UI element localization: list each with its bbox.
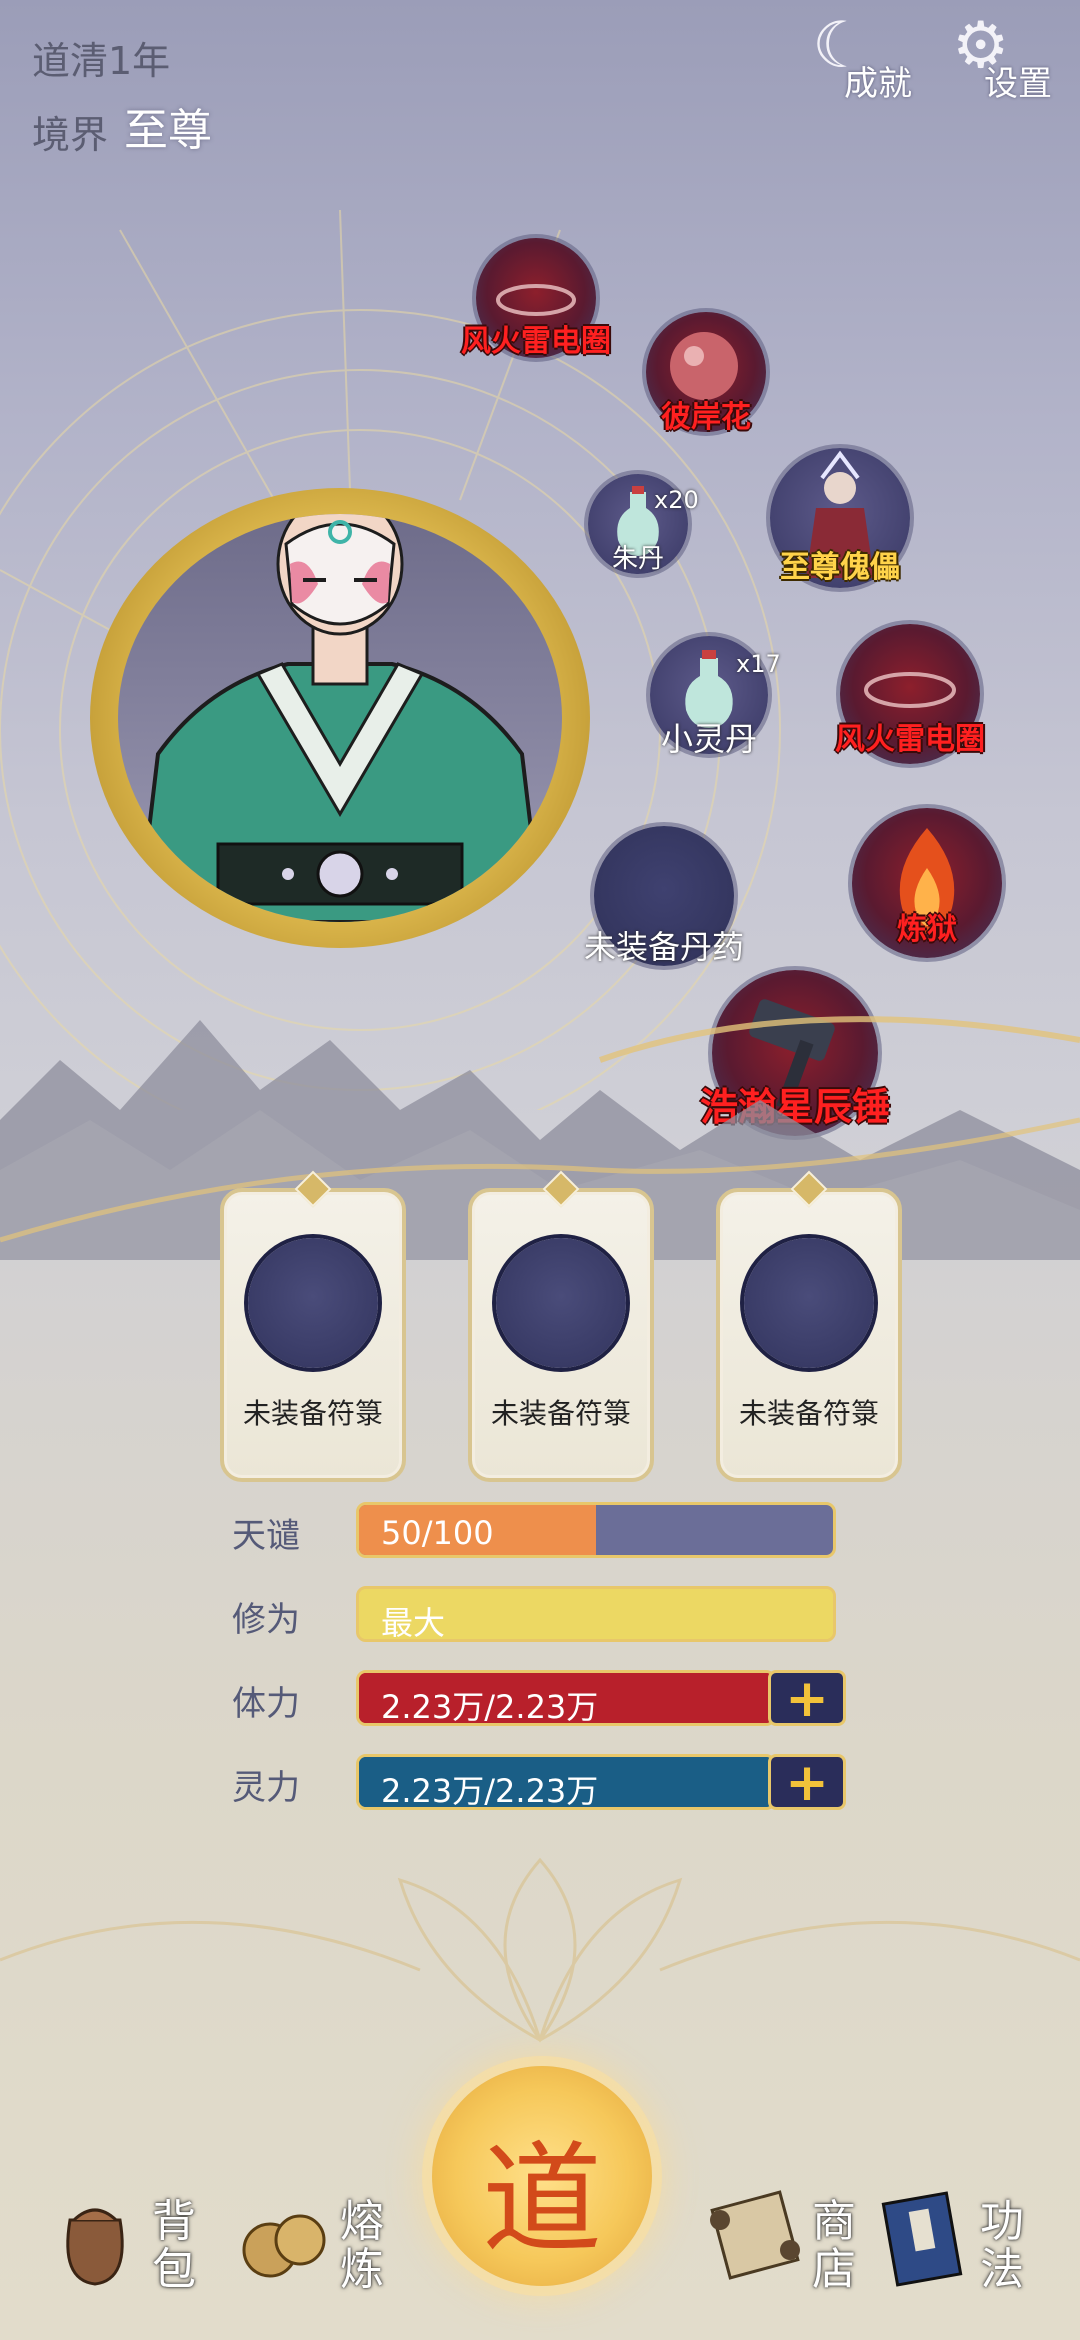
- talisman-slot-3[interactable]: 未装备符箓: [716, 1170, 902, 1482]
- card-ornament: [790, 1170, 828, 1208]
- equip-slot-1[interactable]: 风火雷电圈: [461, 238, 611, 359]
- xiuwei-value: 最大: [381, 1604, 446, 1642]
- tili-add-button[interactable]: +: [768, 1669, 846, 1729]
- smelt-lotus-icon: [242, 2214, 326, 2278]
- nav-smelt[interactable]: 熔炼: [230, 2180, 400, 2320]
- lingli-label: 灵力: [232, 1768, 300, 1808]
- equip-slot-5-count: x17: [736, 650, 781, 678]
- plus-icon: +: [785, 1753, 829, 1813]
- settings-label: 设置: [984, 64, 1052, 104]
- lingli-bar: 2.23万/2.23万: [356, 1754, 776, 1810]
- achievements-label: 成就: [844, 64, 912, 104]
- nav-shop[interactable]: 商店: [700, 2180, 870, 2320]
- equip-slot-8[interactable]: 炼狱: [852, 808, 1002, 958]
- character-portrait-frame: [90, 488, 590, 948]
- equip-slot-5[interactable]: x17 小灵丹: [650, 636, 781, 758]
- plus-icon: +: [785, 1669, 829, 1729]
- talisman-slot-circle: [744, 1238, 874, 1368]
- tianqian-label: 天谴: [232, 1516, 300, 1556]
- equip-slot-4[interactable]: 至尊傀儡: [770, 448, 910, 588]
- talisman-slot-2[interactable]: 未装备符箓: [468, 1170, 654, 1482]
- equip-slot-3-count: x20: [654, 486, 699, 514]
- lingli-value: 2.23万/2.23万: [381, 1772, 599, 1810]
- equip-slot-8-label: 炼狱: [897, 912, 957, 947]
- equip-slot-1-label: 风火雷电圈: [461, 324, 611, 359]
- talisman-slot-2-label: 未装备符箓: [490, 1397, 631, 1430]
- tili-value: 2.23万/2.23万: [381, 1688, 599, 1726]
- equip-slot-2-label: 彼岸花: [661, 400, 751, 435]
- lotus-ornament: [0, 1857, 1080, 2043]
- scroll-map-icon: [710, 2190, 800, 2280]
- equip-slot-2[interactable]: 彼岸花: [646, 312, 766, 435]
- equip-slot-3[interactable]: x20 朱丹: [588, 474, 699, 574]
- equip-slot-6[interactable]: 风火雷电圈: [835, 624, 985, 764]
- tianqian-bar: 50/100: [356, 1502, 836, 1558]
- xiuwei-bar: 最大: [356, 1586, 836, 1642]
- equip-slot-9[interactable]: 浩瀚星辰锤: [700, 970, 890, 1136]
- achievements-button[interactable]: ☾ 成就: [808, 12, 928, 104]
- talisman-slot-circle: [248, 1238, 378, 1368]
- nav-bag-label: 背包: [152, 2196, 196, 2295]
- talisman-slot-3-label: 未装备符箓: [738, 1397, 879, 1430]
- nav-skills-label: 功法: [980, 2196, 1024, 2295]
- realm-value: 至尊: [124, 105, 212, 156]
- equip-slot-6-label: 风火雷电圈: [835, 722, 985, 757]
- settings-button[interactable]: ⚙ 设置: [948, 12, 1068, 104]
- realm-label: 境界: [32, 113, 109, 157]
- xiuwei-label: 修为: [232, 1600, 300, 1640]
- card-ornament: [542, 1170, 580, 1208]
- equip-slot-7[interactable]: 未装备丹药: [584, 826, 744, 966]
- nav-bag[interactable]: 背包: [40, 2180, 210, 2320]
- lingli-add-button[interactable]: +: [768, 1753, 846, 1813]
- nav-shop-label: 商店: [812, 2196, 856, 2295]
- tianqian-value: 50/100: [381, 1514, 494, 1552]
- book-icon: [881, 2191, 963, 2287]
- talisman-slot-circle: [496, 1238, 626, 1368]
- character-portrait: [118, 514, 562, 922]
- nav-skills[interactable]: 功法: [868, 2180, 1038, 2320]
- bag-icon: [66, 2208, 124, 2286]
- card-ornament: [294, 1170, 332, 1208]
- tili-bar: 2.23万/2.23万: [356, 1670, 776, 1726]
- tili-label: 体力: [232, 1684, 300, 1724]
- equip-slot-9-label: 浩瀚星辰锤: [699, 1085, 890, 1129]
- dao-label: 道: [482, 2131, 602, 2270]
- talisman-slot-1[interactable]: 未装备符箓: [220, 1170, 406, 1482]
- year-display: 道清1年: [32, 39, 171, 83]
- talisman-slot-1-label: 未装备符箓: [242, 1397, 383, 1430]
- equip-slot-4-label: 至尊傀儡: [780, 550, 900, 585]
- dao-main-button[interactable]: 道: [432, 2066, 652, 2286]
- nav-smelt-label: 熔炼: [340, 2196, 384, 2295]
- equip-slot-7-label: 未装备丹药: [583, 928, 744, 966]
